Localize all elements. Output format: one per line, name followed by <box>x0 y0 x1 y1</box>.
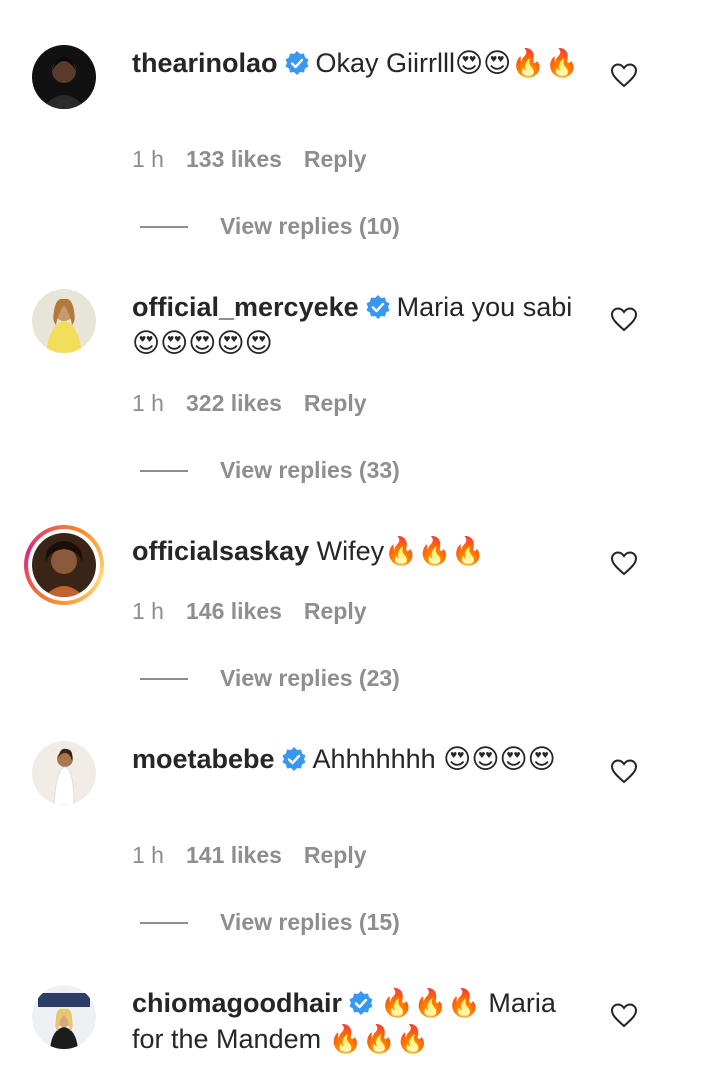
heart-outline-icon[interactable] <box>610 758 638 784</box>
reply-button[interactable]: Reply <box>304 146 367 172</box>
avatar[interactable] <box>32 741 96 805</box>
comment-text: official_mercyeke Maria you sabi 😍😍😍😍😍 <box>132 289 582 361</box>
avatar[interactable] <box>32 985 96 1049</box>
heart-outline-icon[interactable] <box>610 550 638 576</box>
username[interactable]: thearinolao <box>132 48 278 78</box>
view-replies-button[interactable]: View replies (33) <box>220 455 400 485</box>
likes-count[interactable]: 322 likes <box>186 390 282 416</box>
comment-body: Wifey🔥🔥🔥 <box>316 536 485 566</box>
avatar[interactable] <box>32 45 96 109</box>
comment-body: Okay Giirrlll😍😍🔥🔥 <box>315 48 579 78</box>
replies-divider <box>140 226 188 228</box>
likes-count[interactable]: 146 likes <box>186 598 282 624</box>
heart-outline-icon[interactable] <box>610 62 638 88</box>
replies-divider <box>140 922 188 924</box>
comment-meta: 1 h 146 likes Reply <box>132 596 389 626</box>
verified-badge-icon <box>281 745 307 771</box>
reply-button[interactable]: Reply <box>304 390 367 416</box>
view-replies-button[interactable]: View replies (15) <box>220 907 400 937</box>
verified-badge-icon <box>284 49 310 75</box>
username[interactable]: moetabebe <box>132 744 275 774</box>
view-replies-button[interactable]: View replies (10) <box>220 211 400 241</box>
replies-divider <box>140 678 188 680</box>
comment-text: thearinolao Okay Giirrlll😍😍🔥🔥 <box>132 45 582 81</box>
avatar[interactable] <box>32 289 96 353</box>
story-ring[interactable] <box>24 525 104 605</box>
comment-meta: 1 h 322 likes Reply <box>132 388 389 418</box>
heart-outline-icon[interactable] <box>610 1002 638 1028</box>
heart-outline-icon[interactable] <box>610 306 638 332</box>
likes-count[interactable]: 141 likes <box>186 842 282 868</box>
timestamp: 1 h <box>132 842 164 868</box>
avatar[interactable] <box>32 533 96 597</box>
verified-badge-icon <box>365 293 391 319</box>
username[interactable]: chiomagoodhair <box>132 988 342 1018</box>
comment-body: Ahhhhhhh 😍😍😍😍 <box>312 744 556 774</box>
timestamp: 1 h <box>132 598 164 624</box>
view-replies-button[interactable]: View replies (23) <box>220 663 400 693</box>
timestamp: 1 h <box>132 146 164 172</box>
timestamp: 1 h <box>132 390 164 416</box>
comment-text: officialsaskay Wifey🔥🔥🔥 <box>132 533 582 569</box>
comment-text: moetabebe Ahhhhhhh 😍😍😍😍 <box>132 741 582 777</box>
username[interactable]: official_mercyeke <box>132 292 359 322</box>
comment-meta: 1 h 133 likes Reply <box>132 144 389 174</box>
replies-divider <box>140 470 188 472</box>
comment-text: chiomagoodhair 🔥🔥🔥 Maria for the Mandem 🔥… <box>132 985 582 1057</box>
username[interactable]: officialsaskay <box>132 536 309 566</box>
reply-button[interactable]: Reply <box>304 842 367 868</box>
reply-button[interactable]: Reply <box>304 598 367 624</box>
comment-meta: 1 h 141 likes Reply <box>132 840 389 870</box>
verified-badge-icon <box>348 989 374 1015</box>
likes-count[interactable]: 133 likes <box>186 146 282 172</box>
